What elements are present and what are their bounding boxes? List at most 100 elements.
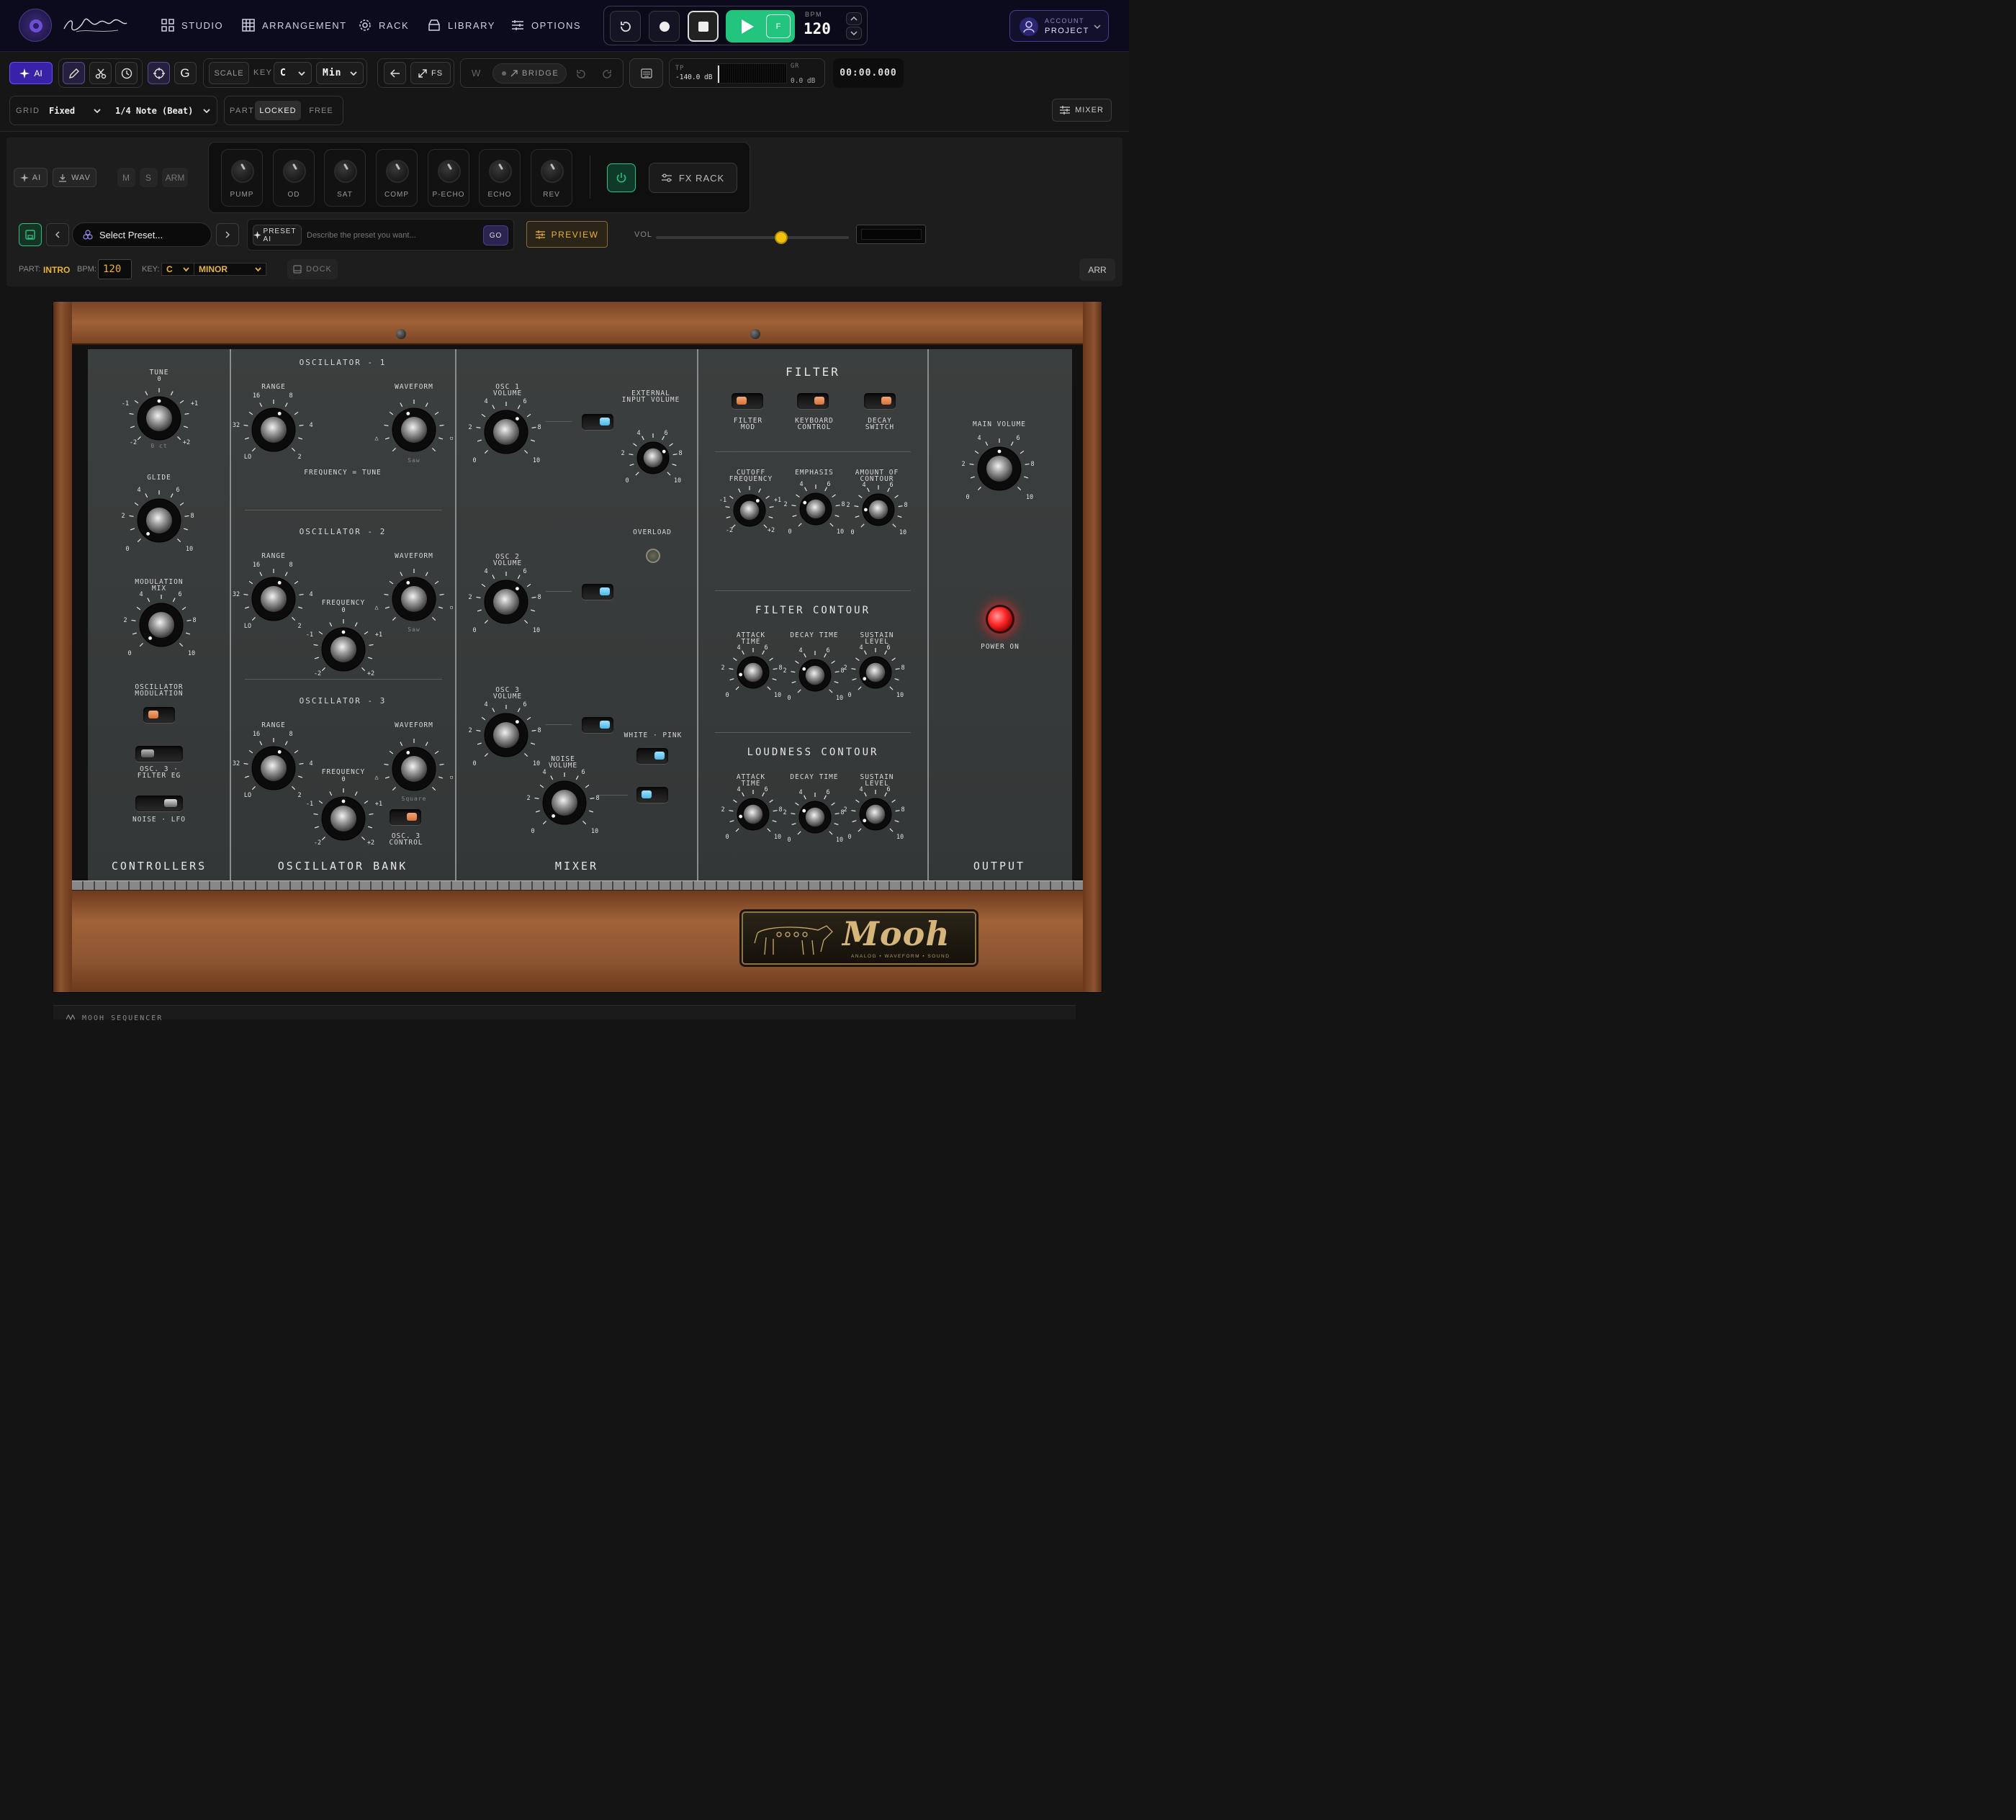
osc1-mixer-switch[interactable] [582,414,613,430]
volume-slider[interactable] [656,231,849,244]
bpm-down-button[interactable] [846,27,862,40]
fx-rack-label: FX RACK [678,172,725,184]
track-mode-select[interactable]: MINOR [194,263,266,276]
dock-button[interactable]: DOCK [287,259,338,279]
ai-button[interactable]: AI [9,62,53,84]
osc2-mixer-switch[interactable] [582,584,613,600]
mixer-label: MIXER [1075,106,1104,114]
bridge-button[interactable]: BRIDGE [492,63,567,84]
scissors-tool-button[interactable] [89,62,112,84]
time-display: 00:00.000 [833,58,904,88]
power-icon [616,173,626,183]
grid-note-select[interactable]: 1/4 Note (Beat) [115,103,210,119]
back-button[interactable] [384,62,406,84]
app-logo[interactable] [19,9,52,42]
preset-placeholder: Select Preset... [99,229,163,240]
volume-slider-handle[interactable] [775,231,788,244]
target-tool-button[interactable] [148,62,170,84]
keyboard-control-switch[interactable] [797,393,829,409]
track-bpm-input[interactable]: 120 [98,259,132,279]
play-button[interactable]: F [726,10,795,42]
mute-button[interactable]: M [117,168,135,187]
track-ai-button[interactable]: AI [14,168,48,187]
arr-button[interactable]: ARR [1079,258,1115,281]
power-on-label: POWER ON [981,643,1020,651]
pencil-tool-button[interactable] [63,62,85,84]
key-select[interactable]: C [274,62,312,84]
nav-tab-rack[interactable]: RACK [359,19,409,32]
expand-icon [418,68,427,78]
brand-tagline: ANALOG • WAVEFORM • SOUND [851,954,950,959]
signature-logo [62,16,128,36]
follow-toggle[interactable]: F [766,14,791,38]
fx-sat-knob[interactable]: SAT [324,149,366,207]
preview-button[interactable]: PREVIEW [526,221,608,248]
fx-comp-knob[interactable]: COMP [376,149,418,207]
nav-tab-studio[interactable]: STUDIO [161,19,223,32]
mixer-button[interactable]: MIXER [1052,99,1112,122]
scale-button[interactable]: SCALE [209,62,249,84]
osc3-control-switch[interactable] [390,809,421,825]
filter-mod-switch[interactable] [732,393,763,409]
bpm-value[interactable]: 120 [804,20,831,37]
osc3-frequency-label: FREQUENCY [321,768,366,776]
prev-preset-button[interactable] [46,223,69,246]
record-button[interactable] [649,11,680,42]
sliders-icon [512,20,523,30]
fx-rack-button[interactable]: FX RACK [649,163,737,193]
save-preset-button[interactable] [19,223,42,246]
undo-icon[interactable] [575,68,587,80]
g-button[interactable]: G [174,62,197,84]
nav-tab-library[interactable]: LIBRARY [428,19,495,32]
osc3-waveform-label: WAVEFORM [395,721,433,729]
loop-button[interactable] [610,11,641,42]
clock-tool-button[interactable] [115,62,138,84]
fx-rev-knob[interactable]: REV [531,149,572,207]
preset-prompt-input[interactable] [307,225,480,245]
chevron-down-icon [298,71,305,76]
power-led[interactable] [986,605,1014,634]
fx-pump-knob[interactable]: PUMP [221,149,263,207]
free-toggle[interactable]: FREE [305,101,338,120]
nav-tab-label: STUDIO [181,19,224,31]
fx-power-button[interactable] [607,163,636,192]
noise-lfo-switch[interactable] [135,796,183,811]
cutoff-label: CUTOFF FREQUENCY [729,469,773,483]
osc-mod-switch[interactable] [143,707,175,723]
fx-od-knob[interactable]: OD [273,149,315,207]
bpm-up-button[interactable] [846,12,862,25]
locked-toggle[interactable]: LOCKED [255,101,301,120]
keyboard-button[interactable] [629,58,663,88]
osc3-mixer-switch[interactable] [582,717,613,733]
noise-mixer-switch[interactable] [636,787,668,803]
decay-switch[interactable] [864,393,896,409]
overload-label: OVERLOAD [633,528,672,536]
keyboard-icon [640,68,652,78]
osc3-filter-switch[interactable] [135,746,183,762]
fullscreen-button[interactable]: FS [410,62,451,84]
nav-tab-options[interactable]: OPTIONS [511,19,581,32]
wav-export-button[interactable]: WAV [53,168,96,187]
preset-ai-button[interactable]: PRESET AI [253,225,302,245]
preset-select[interactable]: Select Preset... [72,222,212,247]
white-pink-switch[interactable] [636,748,668,764]
grid-mode-select[interactable]: Fixed [49,103,101,119]
next-preset-button[interactable] [216,223,239,246]
tune-ct-label: 0 ct [150,443,168,449]
stop-button[interactable] [688,11,719,42]
key-label: KEY: [142,265,160,274]
account-button[interactable]: ACCOUNT PROJECT [1009,10,1109,42]
w-button[interactable]: W [472,68,480,78]
arm-button[interactable]: ARM [162,168,188,187]
level-meter [717,63,787,84]
track-key-select[interactable]: C [161,263,194,276]
redo-icon[interactable] [601,68,613,80]
solo-button[interactable]: S [140,168,158,187]
divider [715,451,911,452]
fx-pecho-knob[interactable]: P-ECHO [428,149,469,207]
stop-icon [698,21,708,32]
nav-tab-arrangement[interactable]: ARRANGEMENT [242,19,347,32]
fx-echo-knob[interactable]: ECHO [479,149,521,207]
go-button[interactable]: GO [483,225,508,245]
mode-select[interactable]: Min [316,62,364,84]
